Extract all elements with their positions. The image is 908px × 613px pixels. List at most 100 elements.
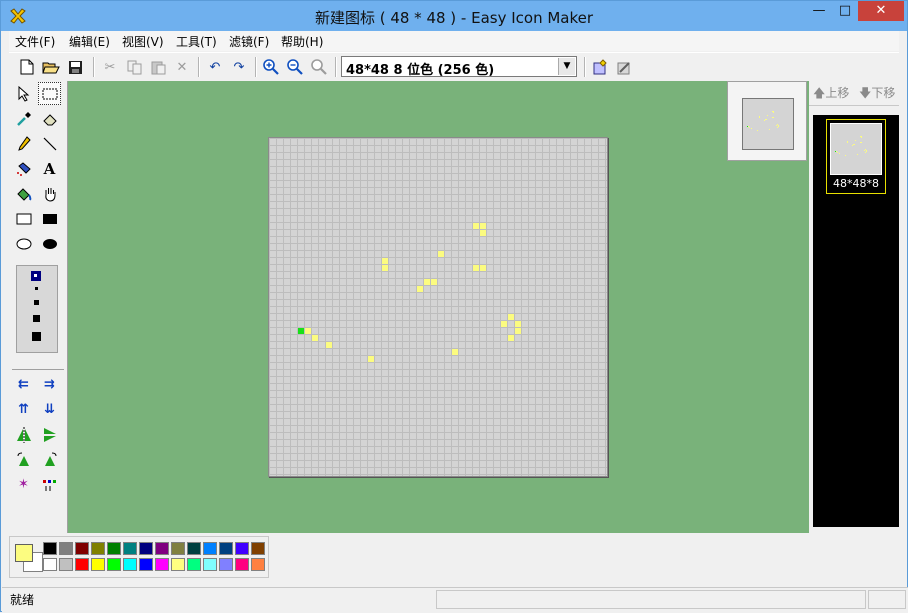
icon-format-item[interactable]: 48*48*8	[826, 119, 886, 194]
tool-box: A ⇇ ⇉ ⇈ ⇊ ✶	[9, 81, 68, 533]
move-down-button[interactable]: 🡇下移	[859, 84, 895, 105]
palette-color-swatch[interactable]	[187, 558, 201, 571]
icon-pixel	[501, 321, 507, 327]
palette-color-swatch[interactable]	[43, 558, 57, 571]
palette-color-swatch[interactable]	[235, 542, 249, 555]
palette-color-swatch[interactable]	[251, 558, 265, 571]
maximize-button[interactable]: □	[832, 1, 858, 21]
palette-color-swatch[interactable]	[139, 558, 153, 571]
rect-outline-icon[interactable]	[12, 207, 35, 230]
cut-icon[interactable]: ✂	[99, 56, 121, 78]
color-indicator[interactable]	[14, 541, 43, 572]
shift-down-icon[interactable]: ⇊	[38, 398, 61, 421]
zoom-out-icon[interactable]	[284, 56, 306, 78]
zoom-reset-icon[interactable]	[308, 56, 330, 78]
palette-color-swatch[interactable]	[155, 542, 169, 555]
foreground-color-swatch[interactable]	[15, 544, 33, 562]
palette-color-swatch[interactable]	[155, 558, 169, 571]
copy-icon[interactable]	[123, 56, 145, 78]
delete-icon[interactable]: ✕	[171, 56, 193, 78]
spray-icon[interactable]	[12, 157, 35, 180]
rotate-right-icon[interactable]	[38, 448, 61, 471]
palette-color-swatch[interactable]	[107, 558, 121, 571]
redo-icon[interactable]: ↷	[228, 56, 250, 78]
menu-view[interactable]: 视图(V)	[122, 33, 164, 50]
menu-help[interactable]: 帮助(H)	[281, 33, 323, 50]
brush-size-panel	[16, 265, 58, 353]
palette-color-swatch[interactable]	[123, 558, 137, 571]
flip-vertical-icon[interactable]	[38, 423, 61, 446]
pencil-icon[interactable]	[12, 132, 35, 155]
pixel-grid-canvas[interactable]	[268, 137, 608, 477]
paste-icon[interactable]	[147, 56, 169, 78]
select-rect-icon[interactable]	[38, 82, 61, 105]
eraser-icon[interactable]	[38, 107, 61, 130]
text-icon[interactable]: A	[38, 157, 61, 180]
menu-filter[interactable]: 滤镜(F)	[229, 33, 269, 50]
palette-color-swatch[interactable]	[75, 542, 89, 555]
icon-pixel	[747, 126, 748, 127]
flip-horizontal-icon[interactable]	[12, 423, 35, 446]
shift-left-icon[interactable]: ⇇	[12, 373, 35, 396]
palette-color-swatch[interactable]	[235, 558, 249, 571]
add-format-icon[interactable]	[589, 56, 611, 78]
brush-size-large[interactable]	[33, 315, 40, 322]
resize-grip[interactable]	[868, 590, 906, 609]
undo-icon[interactable]: ↶	[204, 56, 226, 78]
ellipse-outline-icon[interactable]	[12, 232, 35, 255]
palette-color-swatch[interactable]	[203, 558, 217, 571]
palette-color-swatch[interactable]	[107, 542, 121, 555]
brush-size-medium[interactable]	[34, 300, 39, 305]
palette-color-swatch[interactable]	[219, 558, 233, 571]
window-title: 新建图标 ( 48 * 48 ) - Easy Icon Maker	[314, 9, 594, 27]
palette-color-swatch[interactable]	[59, 558, 73, 571]
minimize-button[interactable]: —	[806, 1, 832, 21]
fill-bucket-icon[interactable]	[12, 182, 35, 205]
palette-color-swatch[interactable]	[171, 542, 185, 555]
palette-color-swatch[interactable]	[91, 558, 105, 571]
select-arrow-icon[interactable]	[12, 82, 35, 105]
rotate-left-icon[interactable]	[12, 448, 35, 471]
ellipse-filled-icon[interactable]	[38, 232, 61, 255]
palette-color-swatch[interactable]	[123, 542, 137, 555]
palette-color-swatch[interactable]	[219, 542, 233, 555]
icon-pixel	[749, 127, 750, 128]
line-icon[interactable]	[38, 132, 61, 155]
brush-size-xlarge[interactable]	[32, 332, 41, 341]
brush-size-selected[interactable]	[31, 271, 41, 281]
icon-pixel	[847, 142, 848, 143]
close-button[interactable]: ✕	[858, 1, 904, 21]
palette-color-swatch[interactable]	[91, 542, 105, 555]
palette-color-swatch[interactable]	[75, 558, 89, 571]
palette-color-swatch[interactable]	[59, 542, 73, 555]
hand-icon[interactable]	[38, 182, 61, 205]
move-up-button[interactable]: 🡅上移	[813, 84, 849, 105]
canvas-area	[68, 81, 809, 533]
shift-right-icon[interactable]: ⇉	[38, 373, 61, 396]
rect-filled-icon[interactable]	[38, 207, 61, 230]
palette-color-swatch[interactable]	[187, 542, 201, 555]
icon-format-select[interactable]: 48*48 8 位色 (256 色) ▼	[341, 56, 577, 78]
move-up-label: 上移	[825, 86, 850, 100]
zoom-in-icon[interactable]	[260, 56, 282, 78]
palette-color-swatch[interactable]	[43, 542, 57, 555]
special-effect-icon[interactable]: ✶	[12, 473, 35, 496]
new-file-icon[interactable]	[16, 56, 38, 78]
palette-color-swatch[interactable]	[203, 542, 217, 555]
menu-edit[interactable]: 编辑(E)	[69, 33, 110, 50]
palette-color-swatch[interactable]	[139, 542, 153, 555]
brush-size-small[interactable]	[35, 287, 38, 290]
palette-color-swatch[interactable]	[171, 558, 185, 571]
color-replace-icon[interactable]	[38, 473, 61, 496]
edit-format-icon[interactable]	[613, 56, 635, 78]
icon-pixel	[480, 223, 486, 229]
save-icon[interactable]	[64, 56, 86, 78]
open-folder-icon[interactable]	[40, 56, 62, 78]
chevron-down-icon[interactable]: ▼	[558, 58, 575, 75]
menu-tools[interactable]: 工具(T)	[176, 33, 217, 50]
eyedropper-icon[interactable]	[12, 107, 35, 130]
shift-up-icon[interactable]: ⇈	[12, 398, 35, 421]
icon-thumbnail	[830, 123, 882, 175]
menu-file[interactable]: 文件(F)	[15, 33, 55, 50]
palette-color-swatch[interactable]	[251, 542, 265, 555]
